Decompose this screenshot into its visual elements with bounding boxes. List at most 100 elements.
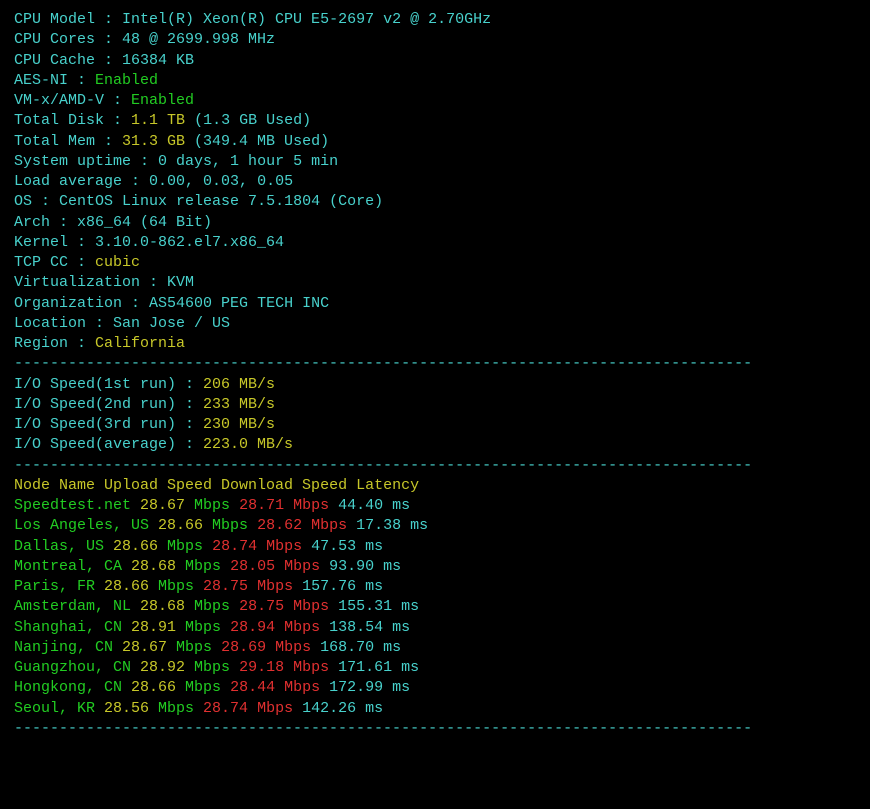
info-row: Location : San Jose / US: [14, 314, 856, 334]
speed-row: Nanjing, CN 28.67 Mbps 28.69 Mbps 168.70…: [14, 638, 856, 658]
latency-num: 155.31: [338, 598, 401, 615]
download-num: 28.74: [212, 538, 266, 555]
download-num: 29.18: [239, 659, 293, 676]
upload-num: 28.92: [140, 659, 194, 676]
info-row: CPU Cache : 16384 KB: [14, 51, 856, 71]
download-num: 28.74: [203, 700, 257, 717]
io-value: 230 MB/s: [203, 416, 275, 433]
upload-num: 28.66: [113, 538, 167, 555]
node-name: Hongkong, CN: [14, 679, 131, 696]
download-num: 28.71: [239, 497, 293, 514]
divider: ----------------------------------------…: [14, 719, 856, 739]
speed-row: Guangzhou, CN 28.92 Mbps 29.18 Mbps 171.…: [14, 658, 856, 678]
colon: :: [41, 193, 59, 210]
info-label: Organization: [14, 295, 131, 312]
colon: :: [77, 72, 95, 89]
io-row: I/O Speed(3rd run) : 230 MB/s: [14, 415, 856, 435]
info-value: Intel(R) Xeon(R) CPU E5-2697 v2 @ 2.70GH…: [122, 11, 491, 28]
latency-unit: ms: [383, 639, 401, 656]
info-label: TCP CC: [14, 254, 77, 271]
info-value: (349.4 MB Used): [194, 133, 329, 150]
download-unit: Mbps: [275, 639, 320, 656]
info-label: Total Mem: [14, 133, 104, 150]
colon: :: [77, 335, 95, 352]
download-num: 28.05: [230, 558, 284, 575]
upload-num: 28.68: [131, 558, 185, 575]
info-label: AES-NI: [14, 72, 77, 89]
info-value: California: [95, 335, 185, 352]
info-row: Virtualization : KVM: [14, 273, 856, 293]
colon: :: [185, 396, 203, 413]
upload-unit: Mbps: [194, 659, 239, 676]
upload-unit: Mbps: [176, 639, 221, 656]
io-value: 233 MB/s: [203, 396, 275, 413]
upload-num: 28.66: [158, 517, 212, 534]
latency-unit: ms: [365, 538, 383, 555]
speed-row: Amsterdam, NL 28.68 Mbps 28.75 Mbps 155.…: [14, 597, 856, 617]
download-unit: Mbps: [293, 659, 338, 676]
download-unit: Mbps: [293, 598, 338, 615]
info-row: CPU Cores : 48 @ 2699.998 MHz: [14, 30, 856, 50]
download-num: 28.75: [203, 578, 257, 595]
upload-unit: Mbps: [158, 700, 203, 717]
speed-row: Los Angeles, US 28.66 Mbps 28.62 Mbps 17…: [14, 516, 856, 536]
upload-unit: Mbps: [185, 619, 230, 636]
colon: :: [140, 153, 158, 170]
header-lat: Latency: [356, 477, 419, 494]
colon: :: [77, 254, 95, 271]
info-row: Organization : AS54600 PEG TECH INC: [14, 294, 856, 314]
latency-num: 142.26: [302, 700, 365, 717]
info-label: Location: [14, 315, 95, 332]
download-unit: Mbps: [311, 517, 356, 534]
speed-row: Hongkong, CN 28.66 Mbps 28.44 Mbps 172.9…: [14, 678, 856, 698]
latency-unit: ms: [392, 497, 410, 514]
upload-num: 28.67: [122, 639, 176, 656]
info-row: Total Mem : 31.3 GB (349.4 MB Used): [14, 132, 856, 152]
terminal-output: CPU Model : Intel(R) Xeon(R) CPU E5-2697…: [14, 10, 856, 739]
latency-num: 17.38: [356, 517, 410, 534]
info-label: Virtualization: [14, 274, 149, 291]
colon: :: [104, 11, 122, 28]
speed-row: Shanghai, CN 28.91 Mbps 28.94 Mbps 138.5…: [14, 618, 856, 638]
upload-unit: Mbps: [212, 517, 257, 534]
info-label: Load average: [14, 173, 131, 190]
upload-unit: Mbps: [185, 558, 230, 575]
info-value: 16384 KB: [122, 52, 194, 69]
info-row: VM-x/AMD-V : Enabled: [14, 91, 856, 111]
info-row: AES-NI : Enabled: [14, 71, 856, 91]
latency-num: 93.90: [329, 558, 383, 575]
upload-num: 28.68: [140, 598, 194, 615]
io-label: I/O Speed(3rd run): [14, 416, 185, 433]
info-value: 31.3 GB: [122, 133, 194, 150]
colon: :: [131, 173, 149, 190]
latency-num: 44.40: [338, 497, 392, 514]
colon: :: [77, 234, 95, 251]
divider: ----------------------------------------…: [14, 354, 856, 374]
info-value: cubic: [95, 254, 140, 271]
node-name: Paris, FR: [14, 578, 104, 595]
info-value: 0.00, 0.03, 0.05: [149, 173, 293, 190]
info-row: OS : CentOS Linux release 7.5.1804 (Core…: [14, 192, 856, 212]
info-label: Region: [14, 335, 77, 352]
colon: :: [149, 274, 167, 291]
speed-row: Paris, FR 28.66 Mbps 28.75 Mbps 157.76 m…: [14, 577, 856, 597]
download-unit: Mbps: [293, 497, 338, 514]
info-value: 3.10.0-862.el7.x86_64: [95, 234, 284, 251]
node-name: Speedtest.net: [14, 497, 140, 514]
dash-line: ----------------------------------------…: [14, 457, 752, 474]
io-row: I/O Speed(1st run) : 206 MB/s: [14, 375, 856, 395]
info-value: x86_64 (64 Bit): [77, 214, 212, 231]
download-num: 28.62: [257, 517, 311, 534]
download-unit: Mbps: [266, 538, 311, 555]
info-value: San Jose / US: [113, 315, 230, 332]
upload-num: 28.67: [140, 497, 194, 514]
download-unit: Mbps: [284, 679, 329, 696]
latency-unit: ms: [401, 598, 419, 615]
upload-num: 28.66: [104, 578, 158, 595]
info-label: CPU Cores: [14, 31, 104, 48]
latency-num: 47.53: [311, 538, 365, 555]
node-name: Seoul, KR: [14, 700, 104, 717]
download-num: 28.75: [239, 598, 293, 615]
info-label: Arch: [14, 214, 59, 231]
upload-num: 28.66: [131, 679, 185, 696]
